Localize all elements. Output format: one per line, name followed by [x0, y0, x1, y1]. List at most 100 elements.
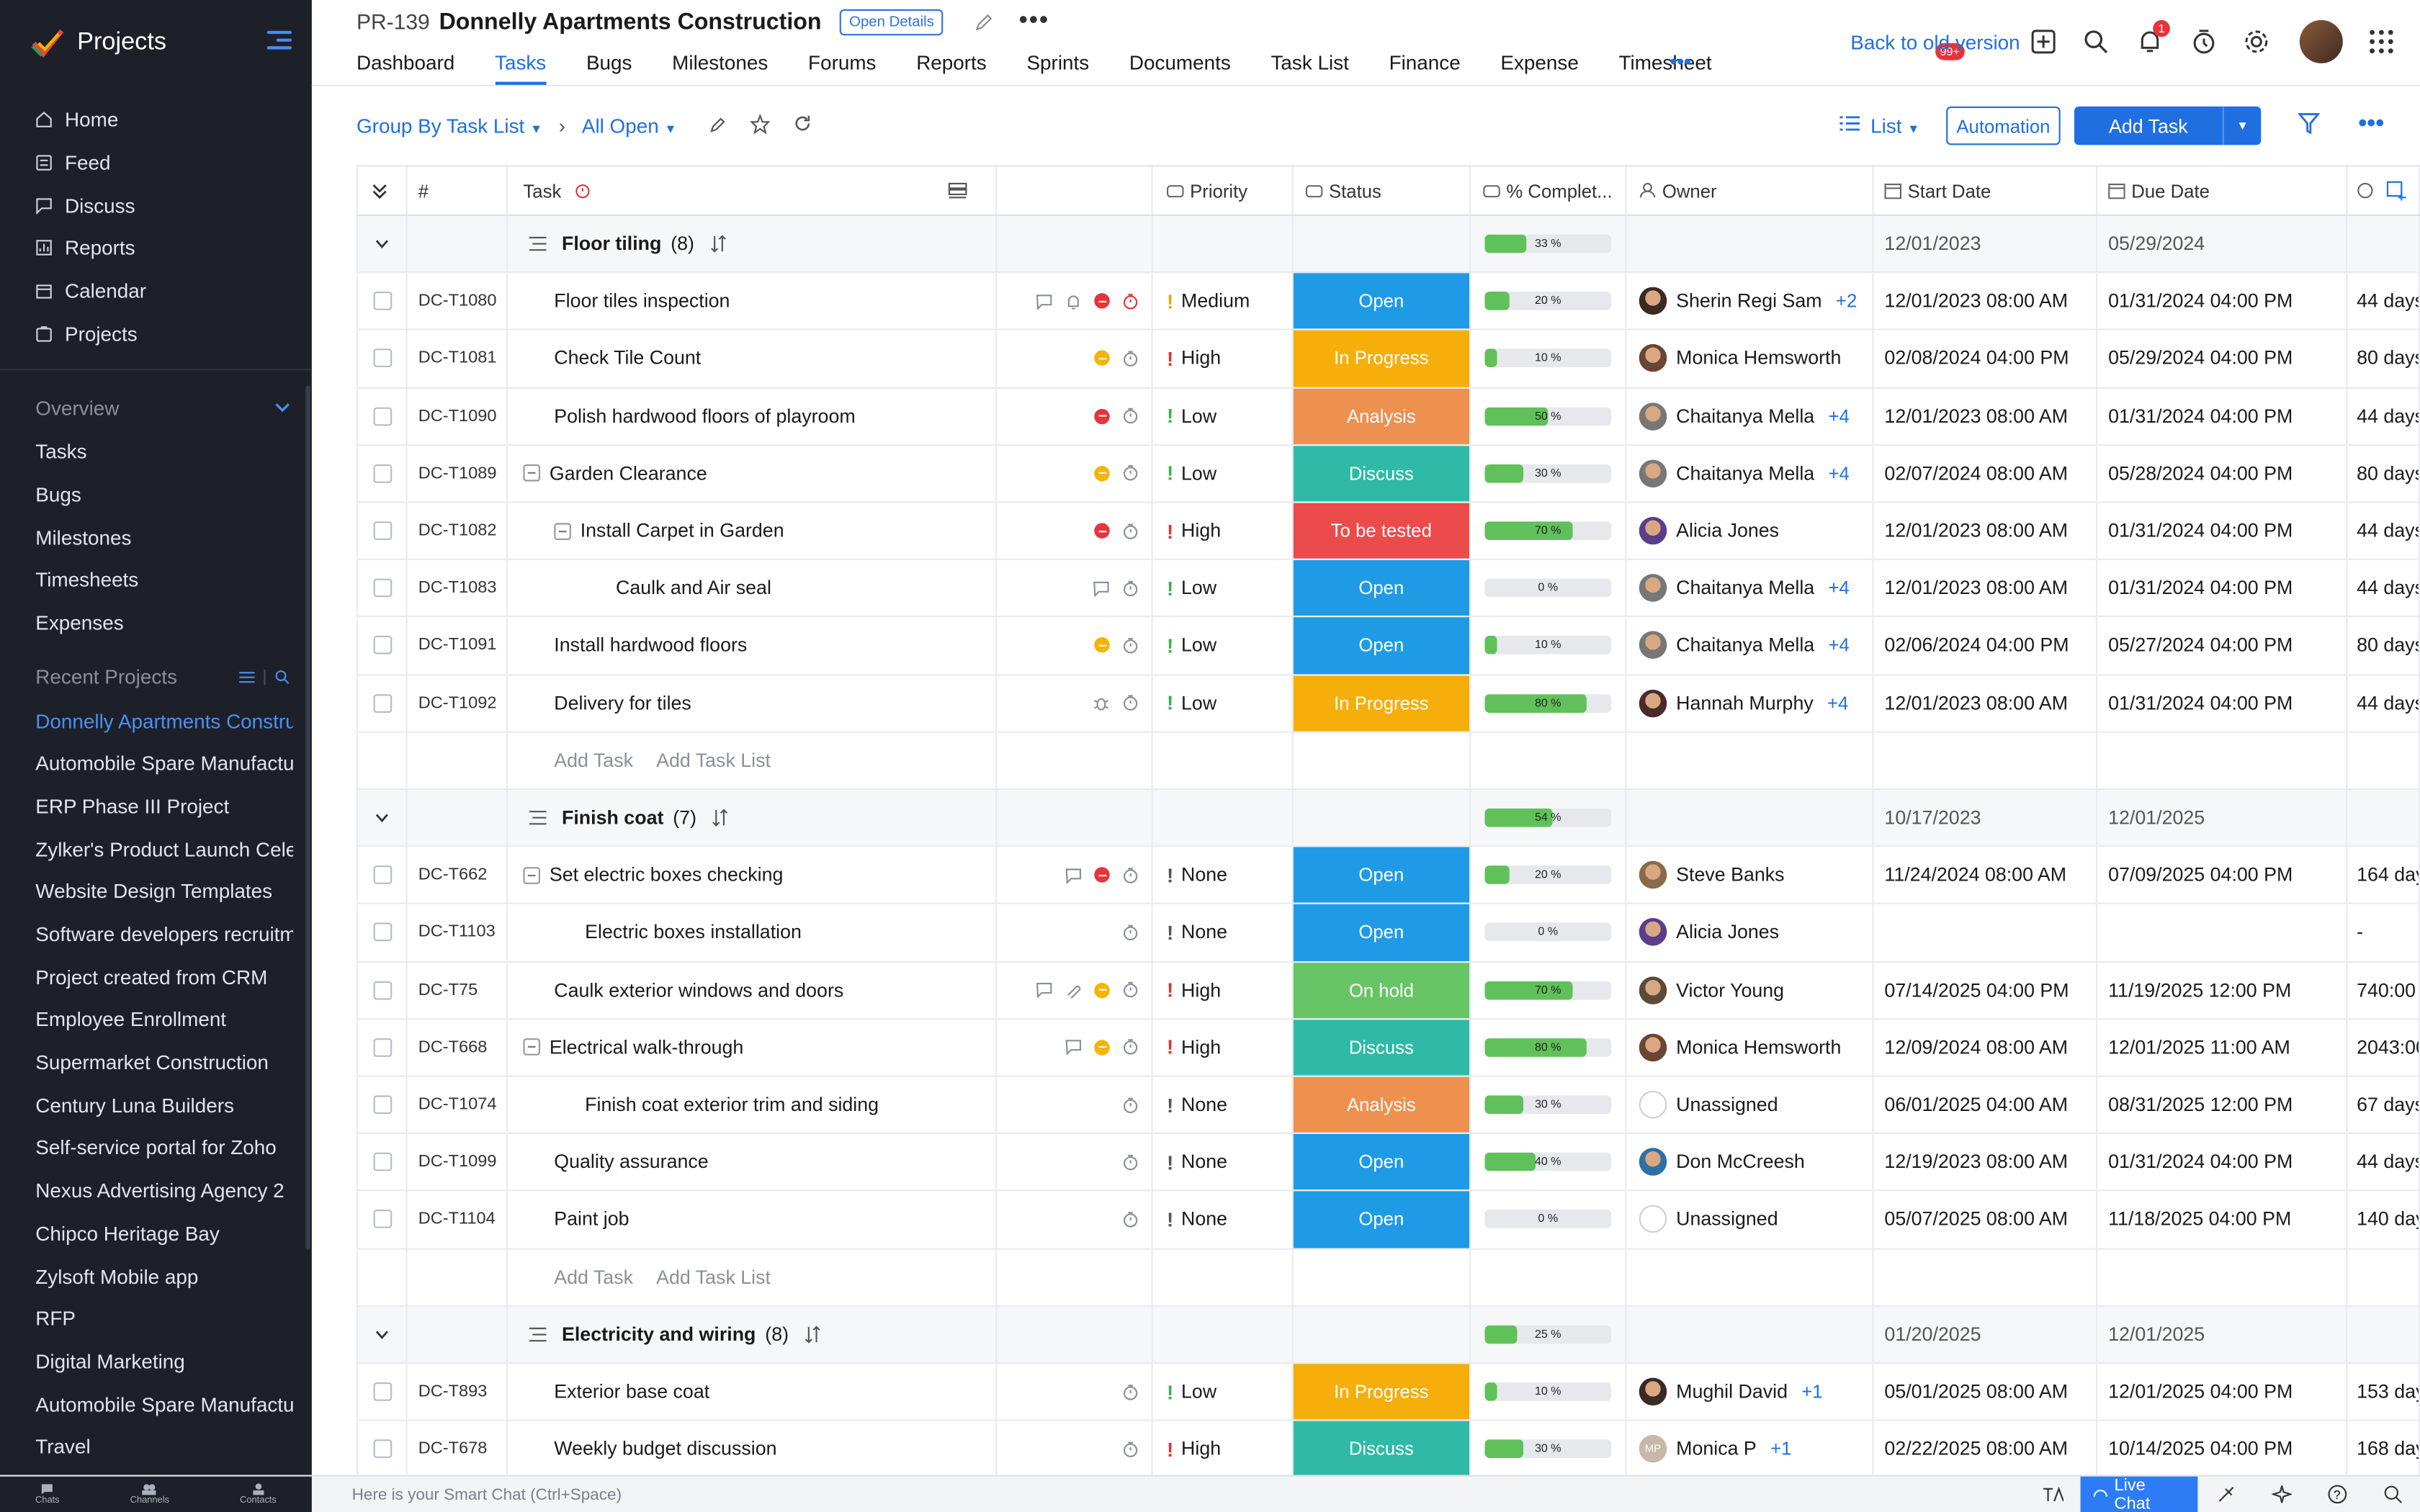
status-cell[interactable]: Open: [1293, 1192, 1471, 1248]
task-name[interactable]: Set electric boxes checking: [550, 865, 784, 886]
task-name-cell[interactable]: Garden Clearance: [508, 445, 998, 502]
progress-bar[interactable]: 20 %: [1484, 865, 1612, 885]
collapse-subtask-icon[interactable]: [523, 464, 540, 482]
start-date[interactable]: 12/01/2023 08:00 AM: [1873, 503, 2098, 559]
priority-cell[interactable]: ! None: [1153, 1192, 1294, 1248]
table-row[interactable]: DC-T75 Caulk exterior windows and doors! H…: [356, 962, 2420, 1020]
recent-project-item[interactable]: Zylsoft Mobile app: [0, 1255, 293, 1297]
owner-cell[interactable]: Alicia Jones: [1627, 503, 1874, 559]
progress-bar[interactable]: 20 %: [1484, 292, 1612, 311]
pending-status-icon[interactable]: [1094, 1040, 1110, 1056]
start-date[interactable]: 12/01/2023 08:00 AM: [1873, 273, 2098, 330]
table-row[interactable]: DC-T1089 Garden Clearance! Low Discuss 30 % C…: [356, 445, 2420, 503]
row-checkbox[interactable]: [372, 636, 392, 655]
table-row[interactable]: DC-T1083 Caulk and Air seal! Low Open 0 % Cha…: [356, 560, 2420, 618]
row-select-cell[interactable]: [356, 1192, 408, 1248]
row-checkbox[interactable]: [372, 1095, 392, 1115]
status-badge[interactable]: In Progress: [1293, 675, 1469, 732]
priority-cell[interactable]: ! High: [1153, 330, 1294, 387]
app-logo[interactable]: Projects: [0, 0, 312, 86]
row-checkbox[interactable]: [372, 693, 392, 713]
owner-extra-count[interactable]: +2: [1836, 290, 1857, 312]
tab-reports[interactable]: Reports: [916, 51, 987, 85]
comment-icon[interactable]: [1065, 1039, 1083, 1056]
progress-cell[interactable]: 70 %: [1471, 503, 1627, 559]
progress-bar[interactable]: 0 %: [1484, 1210, 1612, 1229]
filter-icon[interactable]: [2298, 112, 2320, 135]
due-date[interactable]: 07/09/2025 04:00 PM: [2097, 847, 2348, 904]
task-name-cell[interactable]: Polish hardwood floors of playroom: [508, 388, 998, 444]
tab-bugs[interactable]: Bugs: [586, 51, 632, 85]
row-checkbox[interactable]: [372, 407, 392, 426]
task-name[interactable]: Check Tile Count: [554, 348, 701, 369]
priority-cell[interactable]: ! None: [1153, 904, 1294, 961]
due-date[interactable]: [2097, 904, 2348, 961]
priority-cell[interactable]: ! Low: [1153, 388, 1294, 444]
add-task-list-link[interactable]: Add Task List: [656, 1266, 771, 1288]
edit-icon[interactable]: [974, 12, 995, 32]
star-icon[interactable]: [750, 114, 771, 135]
owner-cell[interactable]: Don McCreesh: [1627, 1134, 1874, 1190]
row-checkbox[interactable]: [372, 923, 392, 942]
blocked-status-icon[interactable]: [1094, 408, 1110, 424]
timer-icon[interactable]: [1122, 350, 1139, 367]
start-date[interactable]: 12/09/2024 08:00 AM: [1873, 1019, 2098, 1076]
task-name[interactable]: Weekly budget discussion: [554, 1439, 776, 1460]
tab-tasks[interactable]: Tasks: [495, 51, 547, 85]
priority-cell[interactable]: ! Low: [1153, 560, 1294, 616]
due-date[interactable]: 05/28/2024 04:00 PM: [2097, 445, 2348, 502]
status-badge[interactable]: Discuss: [1293, 445, 1469, 502]
collapse-group-icon[interactable]: [356, 216, 408, 272]
more-options-icon[interactable]: •••: [1019, 8, 1049, 36]
task-name[interactable]: Install Carpet in Garden: [581, 520, 784, 541]
sidebar-item-projects[interactable]: Projects: [0, 312, 312, 355]
start-date[interactable]: 02/08/2024 04:00 PM: [1873, 330, 2098, 387]
status-cell[interactable]: Open: [1293, 273, 1471, 330]
timer-icon[interactable]: [1122, 1153, 1139, 1171]
row-checkbox[interactable]: [372, 521, 392, 541]
app-grid-icon[interactable]: [2367, 28, 2396, 56]
start-date[interactable]: 02/22/2025 08:00 AM: [1873, 1421, 2098, 1475]
timer-icon[interactable]: [1122, 465, 1139, 482]
progress-bar[interactable]: 10 %: [1484, 1382, 1612, 1401]
recent-project-item[interactable]: Software developers recruitment: [0, 914, 293, 956]
owner-cell[interactable]: Monica Hemsworth: [1627, 1019, 1874, 1076]
col-start-date[interactable]: Start Date: [1873, 166, 2098, 215]
comment-icon[interactable]: [1065, 867, 1083, 884]
table-row[interactable]: DC-T1091 Install hardwood floors! Low Open 1…: [356, 617, 2420, 675]
tab-task-list[interactable]: Task List: [1271, 51, 1349, 85]
task-name[interactable]: Paint job: [554, 1209, 629, 1230]
due-date[interactable]: 08/31/2025 12:00 PM: [2097, 1076, 2348, 1133]
refresh-icon[interactable]: [793, 114, 812, 133]
status-cell[interactable]: Open: [1293, 1134, 1471, 1190]
status-badge[interactable]: Analysis: [1293, 388, 1469, 444]
due-date[interactable]: 01/31/2024 04:00 PM: [2097, 675, 2348, 732]
timer-icon[interactable]: [1122, 695, 1139, 712]
add-task-button[interactable]: Add Task ▼: [2074, 106, 2262, 145]
task-name[interactable]: Finish coat exterior trim and siding: [585, 1094, 879, 1115]
task-name[interactable]: Polish hardwood floors of playroom: [554, 405, 855, 427]
start-date[interactable]: [1873, 904, 2098, 961]
recent-project-item[interactable]: Travel: [0, 1426, 293, 1469]
attachment-icon[interactable]: [1065, 981, 1083, 999]
status-cell[interactable]: Open: [1293, 560, 1471, 616]
due-date[interactable]: 11/18/2025 04:00 PM: [2097, 1192, 2348, 1248]
priority-cell[interactable]: ! None: [1153, 1134, 1294, 1190]
edit-view-icon[interactable]: [709, 116, 727, 135]
menu-toggle-icon[interactable]: [266, 30, 292, 53]
sidebar-item-home[interactable]: Home: [0, 99, 312, 141]
table-row[interactable]: DC-T1104 Paint job! None Open 0 % Unassigned 0…: [356, 1192, 2420, 1249]
progress-bar[interactable]: 10 %: [1484, 349, 1612, 369]
progress-bar[interactable]: 0 %: [1484, 579, 1612, 598]
task-name[interactable]: Garden Clearance: [550, 463, 707, 485]
owner-cell[interactable]: Sherin Regi Sam +2: [1627, 273, 1874, 330]
owner-cell[interactable]: Steve Banks: [1627, 847, 1874, 904]
tab-forums[interactable]: Forums: [808, 51, 876, 85]
status-badge[interactable]: Open: [1293, 273, 1469, 330]
progress-cell[interactable]: 10 %: [1471, 1364, 1627, 1420]
row-select-cell[interactable]: [356, 445, 408, 502]
status-cell[interactable]: Discuss: [1293, 445, 1471, 502]
column-settings-icon[interactable]: [948, 181, 968, 200]
row-select-cell[interactable]: [356, 962, 408, 1018]
table-row[interactable]: DC-T1074 Finish coat exterior trim and si…: [356, 1076, 2420, 1135]
